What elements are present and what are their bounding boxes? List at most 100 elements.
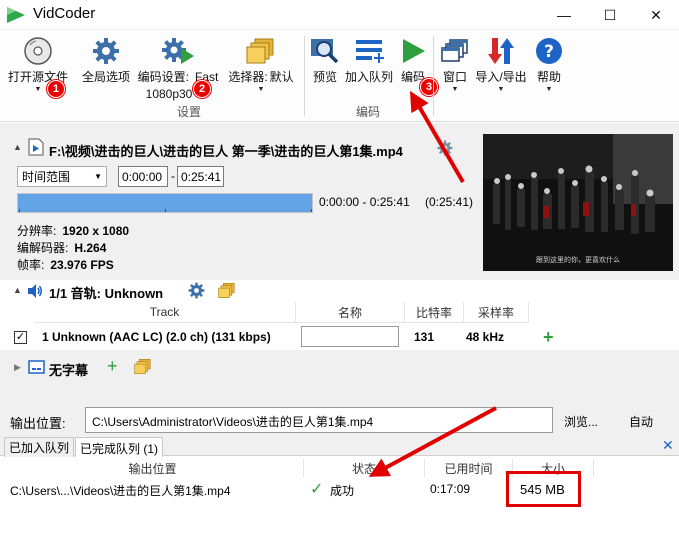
browse-button[interactable]: 浏览... (564, 413, 598, 430)
audio-settings-gear-icon[interactable] (188, 282, 205, 299)
window-label: 窗口 (442, 70, 467, 84)
windows-icon (438, 34, 472, 68)
preview-frame-image: 跟到这里的你，更喜欢什么 (483, 134, 673, 271)
add-to-queue-label: 加入队列 (344, 70, 393, 84)
gear-play-icon (161, 34, 195, 68)
completed-queue-list: 输出位置 状态 已用时间 大小 C:\Users\...\Videos\进击的巨… (0, 457, 679, 533)
size-highlight-box (506, 471, 581, 507)
subtitles-label: 无字幕 (49, 363, 89, 378)
window-menu-button[interactable]: 窗口 ▼ (438, 34, 472, 93)
row-output-path: C:\Users\...\Videos\进击的巨人第1集.mp4 (10, 484, 231, 498)
help-label: 帮助 (536, 70, 561, 84)
gear-icon (89, 34, 123, 68)
title-bar: VidCoder — ☐ ✕ (0, 0, 679, 30)
encode-group-label: 编码 (356, 105, 381, 119)
decoder-value: H.264 (74, 241, 107, 255)
chevron-down-icon: ▼ (545, 86, 553, 93)
folders-icon (244, 34, 278, 68)
column-header-elapsed[interactable]: 已用时间 (425, 459, 513, 477)
slider-tick (311, 209, 312, 212)
tab-completed[interactable]: 已完成队列 (1) (75, 437, 164, 458)
range-slider[interactable] (17, 193, 313, 213)
global-options-label: 全局选项 (81, 70, 130, 84)
minimize-button[interactable]: — (541, 0, 587, 30)
step-badge-1: 1 (47, 80, 65, 98)
help-button[interactable]: ? 帮助 ▼ (532, 34, 566, 93)
queue-list-icon (352, 34, 386, 68)
encoding-preset-resolution: 1080p30 (145, 87, 193, 101)
column-header-name[interactable]: 名称 (296, 302, 405, 323)
import-export-button[interactable]: 导入/导出 ▼ (472, 34, 530, 93)
preview-thumbnail: 跟到这里的你，更喜欢什么 (483, 134, 673, 271)
speaker-icon (28, 284, 42, 298)
global-options-button[interactable]: 全局选项 (78, 34, 134, 85)
audio-picker-folders-icon[interactable] (218, 281, 236, 300)
audio-track-table: Track 名称 比特率 采样率 ✓ 1 Unknown (AAC LC) (2… (0, 302, 679, 350)
import-export-arrows-icon (484, 34, 518, 68)
resolution-label: 分辨率: (17, 224, 57, 238)
resolution-info: 分辨率: 1920 x 1080 (17, 222, 129, 239)
track-description: 1 Unknown (AAC LC) (2.0 ch) (131 kbps) (42, 330, 271, 344)
subtitles-icon (28, 360, 45, 374)
magnifier-icon (308, 34, 342, 68)
preview-label: 预览 (312, 70, 337, 84)
framerate-value: 23.976 FPS (50, 258, 114, 272)
group-divider (304, 36, 305, 116)
range-dash: - (171, 169, 175, 183)
chevron-down-icon: ▼ (451, 86, 459, 93)
track-enabled-checkbox[interactable]: ✓ (14, 331, 27, 344)
row-elapsed: 0:17:09 (430, 482, 471, 496)
range-text: 0:00:00 - 0:25:41 (319, 195, 410, 209)
add-audio-track-icon[interactable]: + (543, 325, 554, 349)
column-header-bitrate[interactable]: 比特率 (405, 302, 464, 323)
output-location-label: 输出位置: (10, 416, 66, 431)
auto-button[interactable]: 自动 (629, 413, 653, 430)
resolution-value: 1920 x 1080 (62, 224, 130, 238)
disc-icon (21, 34, 55, 68)
end-time-input[interactable]: 0:25:41 (177, 166, 224, 187)
decoder-label: 编解码器: (17, 241, 69, 255)
track-bitrate: 131 (414, 330, 435, 344)
add-to-queue-button[interactable]: 加入队列 (342, 34, 396, 85)
source-settings-gear-icon[interactable] (437, 140, 453, 156)
add-subtitle-icon[interactable]: + (107, 356, 118, 377)
column-header-track[interactable]: Track (34, 302, 296, 323)
subtitle-picker-folders-icon[interactable] (134, 357, 152, 376)
success-check-icon: ✓ (310, 481, 324, 498)
svg-text:?: ? (544, 42, 554, 62)
chevron-down-icon: ▼ (257, 86, 265, 93)
column-header-status[interactable]: 状态 (304, 459, 425, 477)
step-badge-2: 2 (193, 80, 211, 98)
maximize-button[interactable]: ☐ (587, 0, 633, 30)
track-name-input[interactable] (301, 326, 399, 347)
row-status: 成功 (330, 484, 355, 498)
track-samplerate: 48 kHz (466, 330, 505, 344)
preview-subtitle-text: 跟到这里的你，更喜欢什么 (536, 255, 620, 264)
expand-arrow-icon[interactable]: ▶ (14, 362, 21, 373)
start-time-input[interactable]: 0:00:00 (118, 166, 168, 187)
close-window-button[interactable]: ✕ (633, 0, 679, 30)
chevron-down-icon: ▼ (34, 86, 42, 93)
help-question-icon: ? (532, 34, 566, 68)
audio-track-header: 1/1 音轨: Unknown (49, 286, 164, 301)
video-file-icon (28, 138, 44, 156)
app-title: VidCoder (33, 5, 96, 22)
picker-value: 默认 (269, 70, 294, 84)
column-header-output-path[interactable]: 输出位置 (2, 459, 304, 477)
import-export-label: 导入/导出 (475, 70, 527, 84)
framerate-label: 帧率: (17, 258, 45, 272)
collapse-arrow-icon[interactable]: ▲ (13, 142, 22, 152)
preview-button[interactable]: 预览 (308, 34, 342, 85)
range-mode-select[interactable]: 时间范围 ▼ (17, 166, 107, 187)
output-path-input[interactable]: C:\Users\Administrator\Videos\进击的巨人第1集.m… (85, 407, 553, 433)
output-bar: 输出位置: C:\Users\Administrator\Videos\进击的巨… (0, 405, 679, 435)
column-header-samplerate[interactable]: 采样率 (464, 302, 529, 323)
range-mode-value: 时间范围 (22, 170, 71, 184)
tab-queued[interactable]: 已加入队列 (4, 437, 75, 457)
collapse-arrow-icon[interactable]: ▲ (13, 285, 22, 295)
settings-group-label: 设置 (177, 105, 202, 119)
encode-button[interactable]: 编码 (396, 34, 430, 85)
close-queue-icon[interactable]: ✕ (662, 437, 674, 454)
picker-button[interactable]: 选择器: 默认 ▼ (222, 34, 300, 93)
queue-tabs: 已加入队列 已完成队列 (1) ✕ (0, 435, 679, 458)
